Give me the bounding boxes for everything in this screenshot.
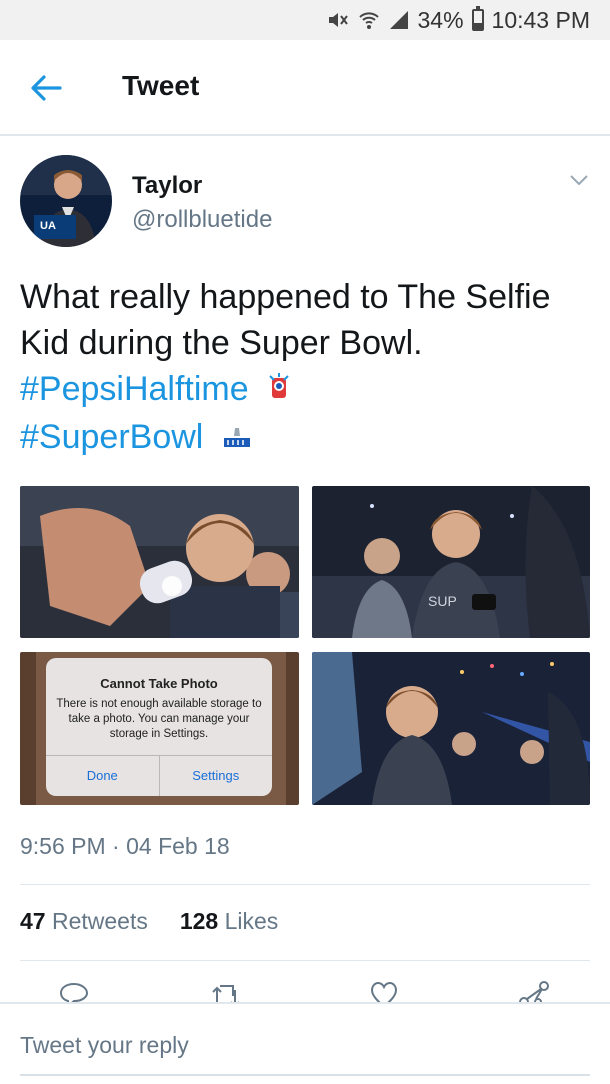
page-title: Tweet <box>122 70 200 101</box>
author-name[interactable]: Taylor <box>132 172 202 200</box>
tweet-photo-2[interactable]: SUP <box>312 486 590 638</box>
battery-icon <box>471 6 484 31</box>
reply-underline <box>20 1074 590 1076</box>
clock: 10:43 PM <box>491 6 590 33</box>
svg-text:SUP: SUP <box>428 593 457 609</box>
likes-label: Likes <box>224 908 279 934</box>
hashtag-superbowl[interactable]: #SuperBowl <box>20 418 203 456</box>
chevron-down-icon[interactable] <box>566 170 592 190</box>
alert-buttons: Done Settings <box>46 755 272 796</box>
tweet-photo-4[interactable] <box>312 652 590 805</box>
alert-message: There is not enough available storage to… <box>56 698 262 740</box>
tweet-photo-1[interactable] <box>20 486 299 638</box>
reply-input[interactable]: Tweet your reply <box>20 1032 189 1059</box>
mute-icon <box>326 9 350 31</box>
retweets-count: 47 <box>20 908 46 934</box>
top-app-bar: Tweet <box>0 40 610 136</box>
back-arrow-icon[interactable] <box>26 70 66 106</box>
likes-count: 128 <box>179 908 219 934</box>
engagement-counts: 47 Retweets 128 Likes <box>20 908 278 935</box>
status-bar: 34% 10:43 PM <box>0 0 610 40</box>
retweets-count-link[interactable]: 47 Retweets <box>20 908 148 934</box>
alert-done-button: Done <box>86 768 118 783</box>
battery-percent: 34% <box>417 6 464 33</box>
cannot-take-photo-alert: Cannot Take Photo There is not enough av… <box>46 658 272 796</box>
tweet-timestamp: 9:56 PM · 04 Feb 18 <box>20 833 230 859</box>
reply-bar: Tweet your reply <box>0 1002 610 1084</box>
alert-settings-button: Settings <box>158 756 273 796</box>
tweet-text: What really happened to The Selfie Kid d… <box>20 274 590 462</box>
divider <box>20 960 590 961</box>
retweets-label: Retweets <box>51 908 148 934</box>
superbowl-logo-emoji-icon <box>221 416 253 462</box>
wifi-icon <box>358 9 380 31</box>
svg-text:UA: UA <box>40 220 56 232</box>
author-handle[interactable]: @rollbluetide <box>132 206 272 234</box>
hashtag-pepsihalftime[interactable]: #PepsiHalftime <box>20 370 249 408</box>
avatar[interactable]: UA <box>20 155 112 247</box>
likes-count-link[interactable]: 128 Likes <box>180 908 278 934</box>
divider <box>20 884 590 885</box>
pepsi-halftime-emoji-icon <box>266 368 292 414</box>
tweet-photo-3[interactable]: Cannot Take Photo There is not enough av… <box>20 652 299 805</box>
signal-icon <box>388 9 410 31</box>
alert-title: Cannot Take Photo <box>100 676 218 691</box>
tweet-body: What really happened to The Selfie Kid d… <box>20 278 551 362</box>
